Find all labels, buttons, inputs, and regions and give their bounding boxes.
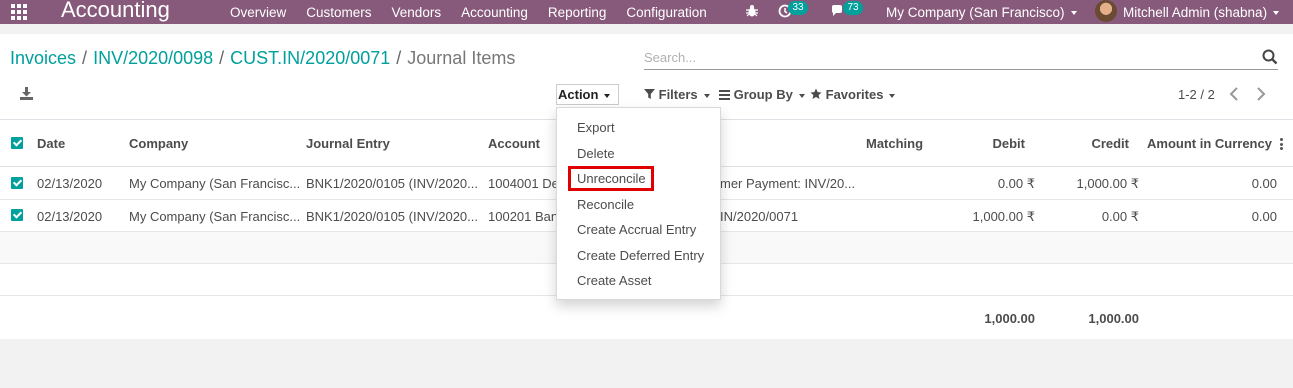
total-debit: 1,000.00: [984, 311, 1035, 326]
cell-account: 1004001 De: [488, 176, 558, 191]
column-header-account[interactable]: Account: [488, 136, 540, 151]
chevron-down-icon: [604, 93, 611, 98]
cell-debit: 1,000.00 ₹: [972, 209, 1036, 224]
top-navbar: Accounting Overview Customers Vendors Ac…: [0, 0, 1293, 24]
user-menu[interactable]: Mitchell Admin (shabna): [1123, 5, 1280, 20]
menu-item-create-asset[interactable]: Create Asset: [577, 273, 651, 288]
menu-item-reconcile[interactable]: Reconcile: [577, 197, 634, 212]
menu-item-export[interactable]: Export: [577, 120, 615, 135]
chevron-left-icon[interactable]: [1229, 87, 1239, 101]
table-totals-row: 1,000.00 1,000.00: [0, 296, 1293, 339]
favorites-label: Favorites: [825, 87, 884, 102]
breadcrumb-item-invoice[interactable]: INV/2020/0098: [93, 48, 213, 68]
menu-item-create-deferred-entry[interactable]: Create Deferred Entry: [577, 248, 704, 263]
cell-company: My Company (San Francisc...: [129, 209, 299, 224]
favorites-button[interactable]: Favorites: [810, 87, 896, 102]
list-bars-icon: [719, 90, 730, 100]
apps-menu-icon[interactable]: [11, 4, 27, 20]
column-header-credit[interactable]: Credit: [1049, 136, 1129, 151]
chevron-down-icon: [1070, 11, 1077, 16]
menu-item-accounting[interactable]: Accounting: [461, 5, 528, 20]
breadcrumb-separator: /: [219, 48, 225, 68]
chevron-down-icon: [703, 93, 710, 98]
column-header-debit[interactable]: Debit: [945, 136, 1026, 151]
cell-journal-entry: BNK1/2020/0105 (INV/2020...: [306, 176, 479, 191]
main-menu: Overview Customers Vendors Accounting Re…: [230, 5, 727, 20]
activity-count-badge: 33: [788, 1, 808, 15]
breadcrumb-separator: /: [396, 48, 402, 68]
cell-company: My Company (San Francisc...: [129, 176, 299, 191]
chevron-right-icon[interactable]: [1256, 87, 1266, 101]
action-button-label: Action: [558, 87, 599, 102]
cell-account: 100201 Ban: [488, 209, 558, 224]
pager-value[interactable]: 1-2 / 2: [1178, 87, 1215, 102]
column-header-journal-entry[interactable]: Journal Entry: [306, 136, 390, 151]
search-input[interactable]: [644, 46, 1244, 68]
user-avatar[interactable]: [1095, 0, 1117, 22]
funnel-icon: [644, 89, 655, 99]
search-icon[interactable]: [1262, 49, 1278, 65]
unreconcile-highlight-box: [568, 166, 654, 191]
menu-item-reporting[interactable]: Reporting: [548, 5, 607, 20]
group-by-label: Group By: [733, 87, 793, 102]
cell-date: 02/13/2020: [37, 176, 103, 191]
action-button[interactable]: Action: [556, 84, 619, 105]
cell-label: IN/2020/0071: [720, 209, 799, 224]
column-header-date[interactable]: Date: [37, 136, 65, 151]
menu-item-vendors[interactable]: Vendors: [392, 5, 442, 20]
company-switcher-label: My Company (San Francisco): [886, 5, 1065, 20]
breadcrumb: Invoices / INV/2020/0098/CUST.IN/2020/0071…: [10, 48, 515, 69]
messages-count-badge: 73: [843, 1, 863, 15]
select-all-checkbox[interactable]: [11, 137, 23, 149]
menu-item-customers[interactable]: Customers: [306, 5, 371, 20]
search-bar: [644, 46, 1278, 70]
star-icon: [810, 88, 822, 99]
menu-item-configuration[interactable]: Configuration: [626, 5, 706, 20]
menu-item-overview[interactable]: Overview: [230, 5, 286, 20]
breadcrumb-item-payment[interactable]: CUST.IN/2020/0071: [230, 48, 390, 68]
debug-bug-icon[interactable]: [745, 4, 759, 18]
cell-debit: 0.00 ₹: [997, 176, 1035, 191]
column-header-company[interactable]: Company: [129, 136, 188, 151]
chevron-down-icon: [798, 93, 805, 98]
app-brand[interactable]: Accounting: [61, 0, 170, 23]
total-credit: 1,000.00: [1088, 311, 1139, 326]
cell-credit: 1,000.00 ₹: [1076, 176, 1140, 191]
cell-amount-in-currency: 0.00: [1251, 209, 1277, 224]
filters-button[interactable]: Filters: [644, 87, 710, 102]
column-header-amount-in-currency[interactable]: Amount in Currency: [1147, 136, 1272, 151]
chevron-down-icon: [1273, 11, 1280, 16]
cell-amount-in-currency: 0.00: [1251, 176, 1277, 191]
filters-label: Filters: [658, 87, 698, 102]
cell-journal-entry: BNK1/2020/0105 (INV/2020...: [306, 209, 479, 224]
cell-label: mer Payment: INV/20...: [720, 176, 855, 191]
row-checkbox[interactable]: [11, 177, 23, 189]
chevron-down-icon: [889, 93, 896, 98]
breadcrumb-separator: /: [82, 48, 88, 68]
row-checkbox[interactable]: [11, 209, 23, 221]
column-header-matching[interactable]: Matching: [866, 136, 923, 151]
user-menu-label: Mitchell Admin (shabna): [1123, 5, 1268, 20]
company-switcher[interactable]: My Company (San Francisco): [886, 5, 1077, 20]
action-dropdown-menu: Export Delete Unreconcile Reconcile Crea…: [556, 107, 721, 300]
menu-item-create-accrual-entry[interactable]: Create Accrual Entry: [577, 222, 696, 237]
breadcrumb-current: Journal Items: [407, 48, 516, 68]
cell-date: 02/13/2020: [37, 209, 103, 224]
breadcrumb-item-invoices[interactable]: Invoices: [10, 48, 76, 68]
download-icon[interactable]: [20, 87, 33, 100]
optional-columns-icon[interactable]: [1280, 138, 1283, 150]
group-by-button[interactable]: Group By: [719, 87, 805, 102]
menu-item-delete[interactable]: Delete: [577, 146, 615, 161]
cell-credit: 0.00 ₹: [1101, 209, 1139, 224]
